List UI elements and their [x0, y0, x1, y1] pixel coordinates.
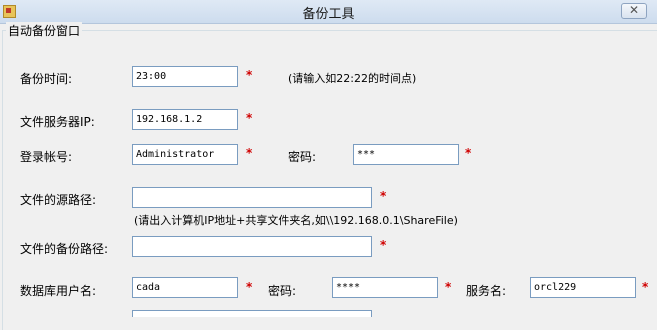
required-mark: * [380, 189, 387, 203]
required-mark: * [465, 146, 472, 160]
group-title: 自动备份窗口 [6, 22, 83, 39]
backup-time-hint: (请输入如22:22的时间点) [288, 72, 417, 85]
source-path-hint: (请出入计算机IP地址+共享文件夹名,如\\192.168.0.1\ShareF… [134, 214, 458, 227]
required-mark: * [246, 146, 253, 160]
backup-time-input[interactable]: 23:00 [132, 66, 238, 87]
login-account-label: 登录帐号: [20, 150, 73, 164]
backup-time-label: 备份时间: [20, 72, 73, 86]
db-user-input[interactable]: cada [132, 277, 238, 298]
login-password-label: 密码: [288, 150, 317, 164]
required-mark: * [246, 68, 253, 82]
required-mark: * [246, 111, 253, 125]
db-password-input[interactable]: **** [332, 277, 438, 298]
source-path-input[interactable] [132, 187, 372, 208]
required-mark: * [445, 280, 452, 294]
window-title: 备份工具 [302, 7, 355, 22]
service-name-input[interactable]: orcl229 [530, 277, 636, 298]
login-account-input[interactable]: Administrator [132, 144, 238, 165]
required-mark: * [246, 280, 253, 294]
file-server-ip-input[interactable]: 192.168.1.2 [132, 109, 238, 130]
login-password-input[interactable]: *** [353, 144, 459, 165]
required-mark: * [642, 280, 649, 294]
title-bar: 备份工具 ✕ [0, 0, 657, 24]
file-server-ip-label: 文件服务器IP: [20, 115, 95, 129]
service-name-label: 服务名: [466, 284, 507, 298]
db-password-label: 密码: [268, 284, 297, 298]
close-button[interactable]: ✕ [621, 3, 647, 19]
required-mark: * [380, 238, 387, 252]
backup-path-input[interactable] [132, 236, 372, 257]
source-path-label: 文件的源路径: [20, 193, 97, 207]
backup-path-label: 文件的备份路径: [20, 242, 109, 256]
db-user-label: 数据库用户名: [20, 284, 97, 298]
